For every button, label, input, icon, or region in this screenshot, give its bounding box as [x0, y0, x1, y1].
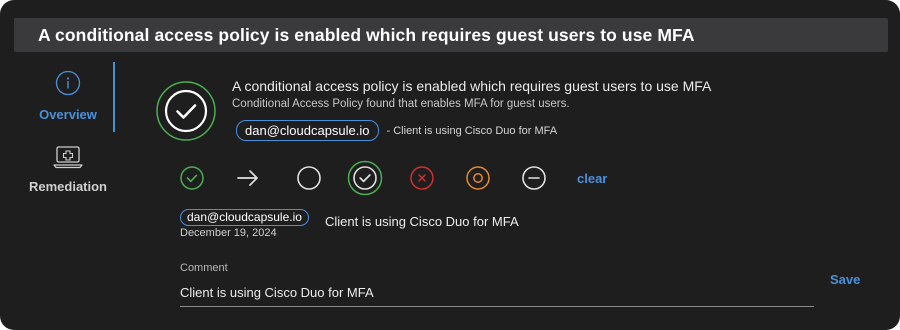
check-circle-icon	[155, 80, 217, 142]
finding-subtitle: Conditional Access Policy found that ena…	[232, 98, 570, 110]
clear-button[interactable]: clear	[577, 171, 607, 186]
comment-label: Comment	[180, 262, 228, 274]
active-indicator	[113, 62, 115, 132]
user-chip[interactable]: dan@cloudcapsule.io	[236, 120, 379, 141]
sidebar-item-label: Remediation	[28, 179, 107, 194]
laptop-medical-icon	[53, 145, 83, 174]
save-button[interactable]: Save	[830, 272, 860, 287]
entry-user-chip-wrap: dan@cloudcapsule.io	[180, 208, 309, 226]
x-circle-icon[interactable]	[409, 165, 435, 191]
entry-date: December 19, 2024	[180, 227, 277, 239]
window-title: A conditional access policy is enabled w…	[38, 24, 695, 45]
check-circle-icon[interactable]	[179, 165, 205, 191]
entry-text: Client is using Cisco Duo for MFA	[325, 214, 519, 229]
info-icon	[55, 70, 81, 101]
sidebar-item-overview[interactable]: Overview	[30, 70, 106, 122]
entry-user-chip[interactable]: dan@cloudcapsule.io	[180, 208, 309, 226]
target-circle-icon[interactable]	[465, 165, 491, 191]
finding-note: - Client is using Cisco Duo for MFA	[386, 124, 558, 137]
minus-circle-icon[interactable]	[521, 165, 547, 191]
empty-circle-icon[interactable]	[296, 165, 322, 191]
title-bar: A conditional access policy is enabled w…	[14, 18, 888, 52]
check-circle-selected-icon[interactable]	[347, 160, 383, 196]
arrow-right-icon[interactable]	[235, 166, 261, 190]
finding-user-row: dan@cloudcapsule.io - Client is using Ci…	[236, 120, 557, 141]
comment-input[interactable]	[180, 279, 814, 307]
sidebar-item-label: Overview	[39, 107, 97, 122]
finding-title: A conditional access policy is enabled w…	[232, 78, 712, 94]
app-window: A conditional access policy is enabled w…	[0, 0, 900, 330]
sidebar-item-remediation[interactable]: Remediation	[18, 145, 118, 194]
